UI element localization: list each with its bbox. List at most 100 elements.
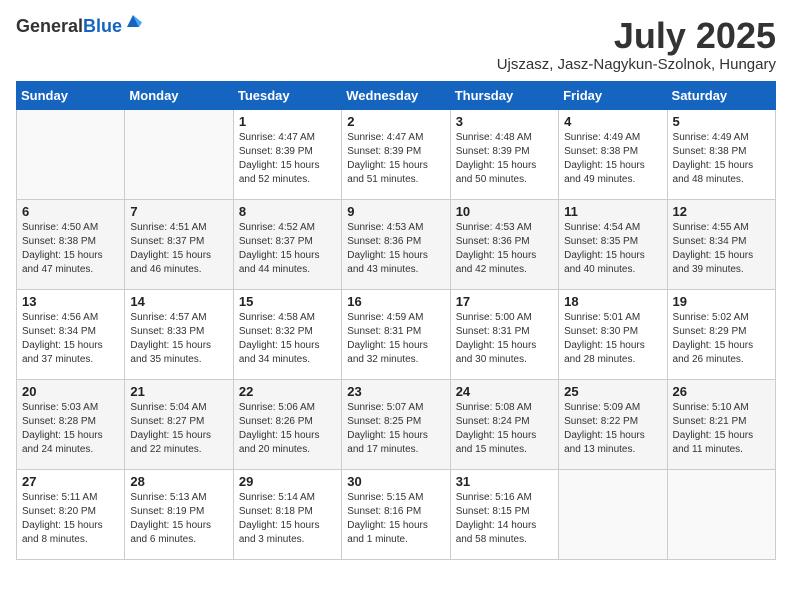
weekday-header-row: SundayMondayTuesdayWednesdayThursdayFrid… [17,81,776,109]
calendar-cell [667,469,775,559]
day-number: 3 [456,114,553,129]
logo-general-text: General [16,16,83,36]
calendar-cell [125,109,233,199]
calendar-cell: 21Sunrise: 5:04 AMSunset: 8:27 PMDayligh… [125,379,233,469]
day-number: 25 [564,384,661,399]
weekday-header-sunday: Sunday [17,81,125,109]
calendar-cell: 28 Sunrise: 5:13 AMSunset: 8:19 PMDayligh… [125,469,233,559]
day-number: 29 [239,474,336,489]
calendar-cell: 31 Sunrise: 5:16 AMSunset: 8:15 PMDayligh… [450,469,558,559]
day-number: 30 [347,474,444,489]
day-number: 2 [347,114,444,129]
day-info: Sunrise: 5:16 AMSunset: 8:15 PMDaylight:… [456,491,553,547]
calendar-table: SundayMondayTuesdayWednesdayThursdayFrid… [16,81,776,560]
calendar-cell: 17 Sunrise: 5:00 AMSunset: 8:31 PMDayligh… [450,289,558,379]
calendar-cell: 2Sunrise: 4:47 AMSunset: 8:39 PMDaylight… [342,109,450,199]
day-number: 21 [130,384,227,399]
day-info: Sunrise: 4:58 AMSunset: 8:32 PMDaylight:… [239,311,336,367]
day-number: 11 [564,204,661,219]
day-number: 19 [673,294,770,309]
month-title: July 2025 [497,16,776,56]
day-info: Sunrise: 4:53 AMSunset: 8:36 PMDaylight:… [456,221,553,277]
calendar-week-row: 1 Sunrise: 4:47 AMSunset: 8:39 PMDaylight… [17,109,776,199]
day-number: 23 [347,384,444,399]
day-info: Sunrise: 5:02 AMSunset: 8:29 PMDaylight:… [673,311,770,367]
calendar-cell: 3Sunrise: 4:48 AMSunset: 8:39 PMDaylight… [450,109,558,199]
logo-blue-text: Blue [83,16,122,36]
day-info: Sunrise: 4:50 AMSunset: 8:38 PMDaylight:… [22,221,119,277]
weekday-header-tuesday: Tuesday [233,81,341,109]
day-info: Sunrise: 5:03 AMSunset: 8:28 PMDaylight:… [22,401,119,457]
calendar-cell: 11 Sunrise: 4:54 AMSunset: 8:35 PMDayligh… [559,199,667,289]
day-info: Sunrise: 4:47 AMSunset: 8:39 PMDaylight:… [239,131,336,187]
calendar-week-row: 6 Sunrise: 4:50 AMSunset: 8:38 PMDaylight… [17,199,776,289]
calendar-cell: 10 Sunrise: 4:53 AMSunset: 8:36 PMDayligh… [450,199,558,289]
day-number: 9 [347,204,444,219]
weekday-header-saturday: Saturday [667,81,775,109]
weekday-header-thursday: Thursday [450,81,558,109]
day-number: 27 [22,474,119,489]
day-info: Sunrise: 4:51 AMSunset: 8:37 PMDaylight:… [130,221,227,277]
calendar-cell: 16 Sunrise: 4:59 AMSunset: 8:31 PMDayligh… [342,289,450,379]
calendar-cell: 25 Sunrise: 5:09 AMSunset: 8:22 PMDayligh… [559,379,667,469]
day-number: 7 [130,204,227,219]
day-number: 12 [673,204,770,219]
day-number: 5 [673,114,770,129]
calendar-cell: 9Sunrise: 4:53 AMSunset: 8:36 PMDaylight… [342,199,450,289]
day-number: 28 [130,474,227,489]
calendar-cell: 22Sunrise: 5:06 AMSunset: 8:26 PMDayligh… [233,379,341,469]
day-info: Sunrise: 5:15 AMSunset: 8:16 PMDaylight:… [347,491,444,547]
calendar-cell: 18Sunrise: 5:01 AMSunset: 8:30 PMDayligh… [559,289,667,379]
day-number: 13 [22,294,119,309]
calendar-cell: 29 Sunrise: 5:14 AMSunset: 8:18 PMDayligh… [233,469,341,559]
day-number: 24 [456,384,553,399]
day-number: 31 [456,474,553,489]
weekday-header-monday: Monday [125,81,233,109]
day-number: 14 [130,294,227,309]
calendar-cell: 27 Sunrise: 5:11 AMSunset: 8:20 PMDayligh… [17,469,125,559]
calendar-cell: 15 Sunrise: 4:58 AMSunset: 8:32 PMDayligh… [233,289,341,379]
calendar-cell: 7 Sunrise: 4:51 AMSunset: 8:37 PMDaylight… [125,199,233,289]
day-info: Sunrise: 5:10 AMSunset: 8:21 PMDaylight:… [673,401,770,457]
day-number: 26 [673,384,770,399]
calendar-cell: 20 Sunrise: 5:03 AMSunset: 8:28 PMDayligh… [17,379,125,469]
calendar-cell [17,109,125,199]
day-number: 15 [239,294,336,309]
day-info: Sunrise: 4:55 AMSunset: 8:34 PMDaylight:… [673,221,770,277]
day-info: Sunrise: 5:11 AMSunset: 8:20 PMDaylight:… [22,491,119,547]
day-info: Sunrise: 5:08 AMSunset: 8:24 PMDaylight:… [456,401,553,457]
calendar-cell: 1 Sunrise: 4:47 AMSunset: 8:39 PMDaylight… [233,109,341,199]
day-number: 6 [22,204,119,219]
day-number: 20 [22,384,119,399]
day-number: 10 [456,204,553,219]
calendar-cell: 8Sunrise: 4:52 AMSunset: 8:37 PMDaylight… [233,199,341,289]
calendar-cell: 4Sunrise: 4:49 AMSunset: 8:38 PMDaylight… [559,109,667,199]
day-info: Sunrise: 5:14 AMSunset: 8:18 PMDaylight:… [239,491,336,547]
calendar-cell: 6 Sunrise: 4:50 AMSunset: 8:38 PMDaylight… [17,199,125,289]
day-info: Sunrise: 5:09 AMSunset: 8:22 PMDaylight:… [564,401,661,457]
calendar-cell [559,469,667,559]
calendar-week-row: 13 Sunrise: 4:56 AMSunset: 8:34 PMDayligh… [17,289,776,379]
day-info: Sunrise: 5:13 AMSunset: 8:19 PMDaylight:… [130,491,227,547]
logo-icon [124,12,142,30]
calendar-cell: 26 Sunrise: 5:10 AMSunset: 8:21 PMDayligh… [667,379,775,469]
page-header: GeneralBlue July 2025 Ujszasz, Jasz-Nagy… [16,16,776,73]
day-number: 16 [347,294,444,309]
day-info: Sunrise: 5:00 AMSunset: 8:31 PMDaylight:… [456,311,553,367]
day-number: 1 [239,114,336,129]
day-info: Sunrise: 4:54 AMSunset: 8:35 PMDaylight:… [564,221,661,277]
day-number: 17 [456,294,553,309]
title-block: July 2025 Ujszasz, Jasz-Nagykun-Szolnok,… [497,16,776,73]
day-info: Sunrise: 4:59 AMSunset: 8:31 PMDaylight:… [347,311,444,367]
calendar-header: SundayMondayTuesdayWednesdayThursdayFrid… [17,81,776,109]
day-info: Sunrise: 4:49 AMSunset: 8:38 PMDaylight:… [673,131,770,187]
day-info: Sunrise: 4:56 AMSunset: 8:34 PMDaylight:… [22,311,119,367]
calendar-cell: 13 Sunrise: 4:56 AMSunset: 8:34 PMDayligh… [17,289,125,379]
day-number: 22 [239,384,336,399]
location-title: Ujszasz, Jasz-Nagykun-Szolnok, Hungary [497,56,776,73]
weekday-header-wednesday: Wednesday [342,81,450,109]
day-info: Sunrise: 5:07 AMSunset: 8:25 PMDaylight:… [347,401,444,457]
day-number: 8 [239,204,336,219]
calendar-week-row: 27 Sunrise: 5:11 AMSunset: 8:20 PMDayligh… [17,469,776,559]
day-info: Sunrise: 5:01 AMSunset: 8:30 PMDaylight:… [564,311,661,367]
